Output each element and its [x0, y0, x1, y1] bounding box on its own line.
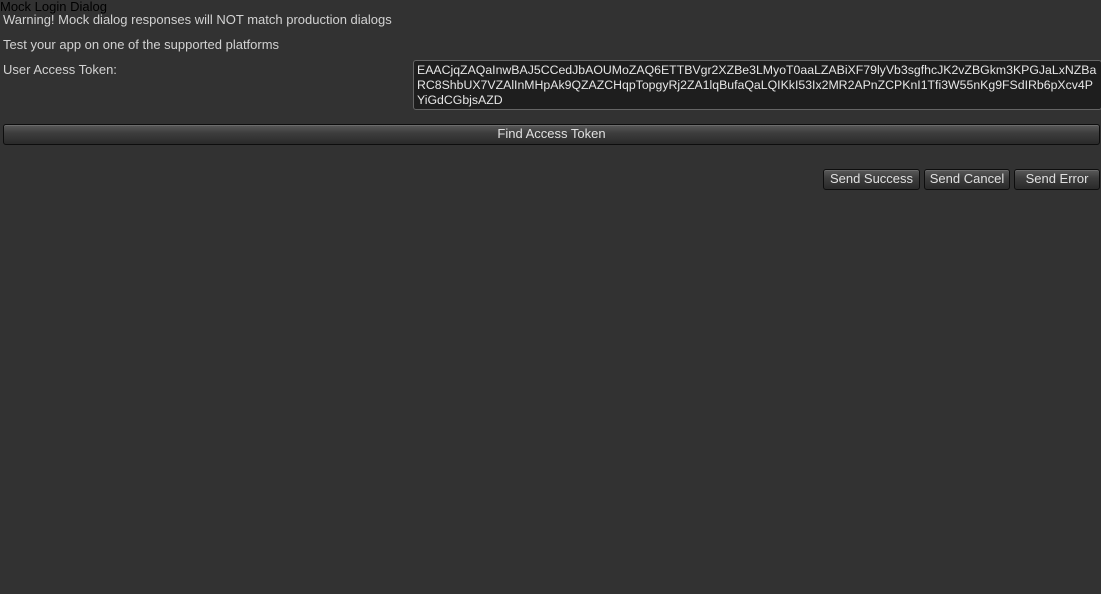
warning-message: Warning! Mock dialog responses will NOT …: [3, 12, 392, 27]
send-error-button[interactable]: Send Error: [1014, 169, 1100, 190]
find-access-token-button[interactable]: Find Access Token: [3, 124, 1100, 145]
send-success-button[interactable]: Send Success: [823, 169, 920, 190]
mock-login-dialog: Mock Login Dialog Warning! Mock dialog r…: [0, 0, 1101, 594]
info-message: Test your app on one of the supported pl…: [3, 37, 280, 52]
access-token-label: User Access Token:: [3, 62, 117, 77]
send-cancel-button[interactable]: Send Cancel: [924, 169, 1010, 190]
access-token-field[interactable]: EAACjqZAQaInwBAJ5CCedJbAOUMoZAQ6ETTBVgr2…: [413, 60, 1101, 110]
